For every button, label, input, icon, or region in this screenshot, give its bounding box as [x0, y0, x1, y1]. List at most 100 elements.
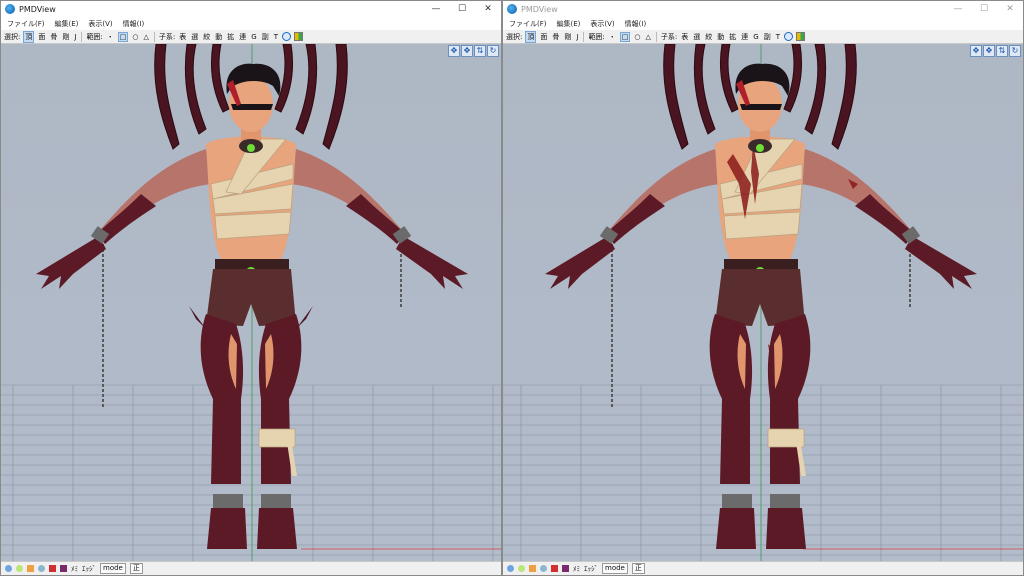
reset-view-icon[interactable]: ↻ [487, 45, 499, 57]
mode-dropdown[interactable]: mode [100, 563, 126, 574]
select-rigid-button[interactable]: 剛 [61, 32, 70, 42]
model-render[interactable] [1, 44, 501, 561]
tool-group-button[interactable]: G [752, 33, 759, 41]
range-label: 範囲: [86, 32, 103, 41]
range-circle-button[interactable]: ○ [633, 33, 641, 41]
positive-button[interactable]: 正 [631, 563, 645, 574]
edge-label[interactable]: ｴｯｼﾞ [82, 564, 96, 574]
close-icon[interactable]: ✕ [997, 1, 1023, 17]
select-face-button[interactable]: 面 [539, 32, 548, 42]
pmdview-window-right[interactable]: PMDView — ☐ ✕ ファイル(F) 編集(E) 表示(V) 情報(I) … [502, 0, 1024, 576]
rotate-icon[interactable]: ✥ [461, 45, 473, 57]
face-display-icon[interactable] [16, 565, 23, 572]
tool-t-button[interactable]: T [775, 33, 781, 41]
view-mode-icon[interactable] [282, 32, 291, 41]
pmdview-window-left[interactable]: PMDView — ☐ ✕ ファイル(F) 編集(E) 表示(V) 情報(I) … [0, 0, 502, 576]
tool-scale-button[interactable]: 拡 [226, 32, 235, 42]
floor-grid [1, 384, 501, 561]
select-joint-button[interactable]: J [575, 33, 579, 41]
edge-label[interactable]: ｴｯｼﾞ [584, 564, 598, 574]
vertex-display-icon[interactable] [5, 565, 12, 572]
mode-dropdown[interactable]: mode [602, 563, 628, 574]
select-bone-button[interactable]: 骨 [49, 32, 58, 42]
tool-link-button[interactable]: 連 [740, 32, 749, 42]
maximize-icon[interactable]: ☐ [449, 1, 475, 17]
tool-show-button[interactable]: 表 [680, 32, 689, 42]
tool-scale-button[interactable]: 拡 [728, 32, 737, 42]
tool-select-button[interactable]: 選 [692, 32, 701, 42]
texture-icon[interactable] [27, 565, 34, 572]
maximize-icon[interactable]: ☐ [971, 1, 997, 17]
bone-icon[interactable] [551, 565, 558, 572]
range-circle-button[interactable]: ○ [131, 33, 139, 41]
rotate-icon[interactable]: ✥ [983, 45, 995, 57]
tool-show-button[interactable]: 表 [178, 32, 187, 42]
select-vertex-button[interactable]: 頂 [525, 30, 537, 43]
texture-icon[interactable] [529, 565, 536, 572]
vertex-display-icon[interactable] [507, 565, 514, 572]
menu-file[interactable]: ファイル(F) [7, 19, 45, 29]
menu-info[interactable]: 情報(I) [123, 19, 145, 29]
select-joint-button[interactable]: J [73, 33, 77, 41]
select-rigid-button[interactable]: 剛 [563, 32, 572, 42]
range-triangle-button[interactable]: △ [143, 33, 150, 41]
tool-move-button[interactable]: 動 [716, 32, 725, 42]
close-icon[interactable]: ✕ [475, 1, 501, 17]
tool-move-button[interactable]: 動 [214, 32, 223, 42]
material-label[interactable]: ﾒﾐ [71, 564, 78, 574]
view-mode-icon[interactable] [784, 32, 793, 41]
tool-sub-button[interactable]: 副 [261, 32, 270, 42]
minimize-icon[interactable]: — [423, 1, 449, 17]
title-bar[interactable]: PMDView — ☐ ✕ [503, 1, 1023, 17]
tool-filter-button[interactable]: 絞 [704, 32, 713, 42]
parent-label: 子系: [158, 32, 176, 41]
menu-info[interactable]: 情報(I) [625, 19, 647, 29]
app-icon [507, 4, 517, 14]
pan-icon[interactable]: ⇅ [474, 45, 486, 57]
legs [189, 306, 313, 549]
grid-toggle-icon[interactable] [796, 32, 805, 41]
move-icon[interactable]: ✥ [970, 45, 982, 57]
menu-view[interactable]: 表示(V) [88, 19, 112, 29]
light-icon[interactable] [540, 565, 547, 572]
menu-edit[interactable]: 編集(E) [557, 19, 581, 29]
pan-icon[interactable]: ⇅ [996, 45, 1008, 57]
range-rect-button[interactable]: □ [117, 31, 129, 42]
3d-viewport[interactable]: ✥ ✥ ⇅ ↻ [503, 44, 1023, 561]
material-label[interactable]: ﾒﾐ [573, 564, 580, 574]
window-title: PMDView [19, 4, 56, 14]
select-face-button[interactable]: 面 [37, 32, 46, 42]
nav-icons: ✥ ✥ ⇅ ↻ [970, 45, 1021, 57]
positive-button[interactable]: 正 [129, 563, 143, 574]
range-point-button[interactable]: ・ [106, 32, 115, 42]
menu-view[interactable]: 表示(V) [590, 19, 614, 29]
bone-icon[interactable] [49, 565, 56, 572]
tool-group-button[interactable]: G [250, 33, 257, 41]
tool-select-button[interactable]: 選 [190, 32, 199, 42]
range-rect-button[interactable]: □ [619, 31, 631, 42]
grid-toggle-icon[interactable] [294, 32, 303, 41]
select-bone-button[interactable]: 骨 [551, 32, 560, 42]
tool-t-button[interactable]: T [273, 33, 279, 41]
model-render[interactable] [503, 44, 1023, 561]
light-icon[interactable] [38, 565, 45, 572]
menu-edit[interactable]: 編集(E) [55, 19, 79, 29]
tool-sub-button[interactable]: 副 [763, 32, 772, 42]
tool-link-button[interactable]: 連 [238, 32, 247, 42]
material-icon[interactable] [60, 565, 67, 572]
select-label: 選択: [506, 32, 523, 41]
reset-view-icon[interactable]: ↻ [1009, 45, 1021, 57]
menu-file[interactable]: ファイル(F) [509, 19, 547, 29]
3d-viewport[interactable]: ✥ ✥ ⇅ ↻ [1, 44, 501, 561]
move-icon[interactable]: ✥ [448, 45, 460, 57]
app-icon [5, 4, 15, 14]
range-point-button[interactable]: ・ [608, 32, 617, 42]
select-label: 選択: [4, 32, 21, 41]
range-triangle-button[interactable]: △ [645, 33, 652, 41]
face-display-icon[interactable] [518, 565, 525, 572]
minimize-icon[interactable]: — [945, 1, 971, 17]
select-vertex-button[interactable]: 頂 [23, 30, 35, 43]
title-bar[interactable]: PMDView — ☐ ✕ [1, 1, 501, 17]
tool-filter-button[interactable]: 絞 [202, 32, 211, 42]
material-icon[interactable] [562, 565, 569, 572]
